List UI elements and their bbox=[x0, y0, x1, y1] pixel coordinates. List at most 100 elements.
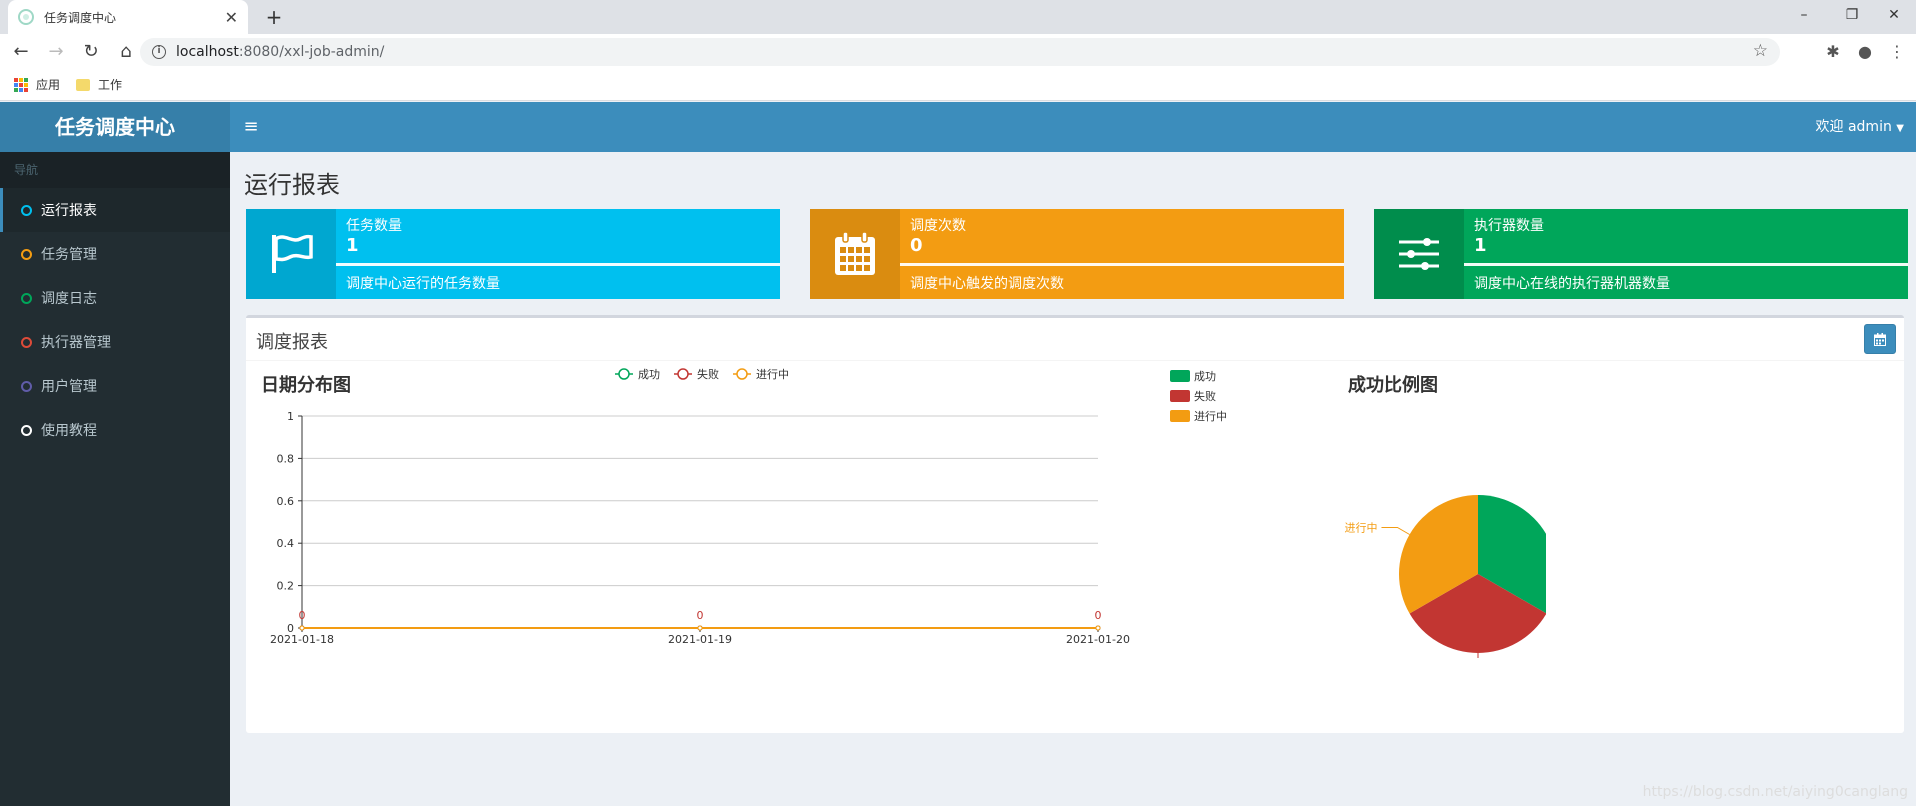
browser-tab[interactable]: 任务调度中心 ✕ bbox=[8, 0, 248, 34]
data-point bbox=[697, 625, 703, 631]
apps-grid-icon bbox=[14, 77, 28, 92]
legend-label: 进行中 bbox=[756, 368, 789, 381]
extensions-icon[interactable]: ✱ bbox=[1818, 34, 1848, 69]
browser-tab-bar: 任务调度中心 ✕ + – ❐ ✕ bbox=[0, 0, 1916, 34]
sidebar-item-label: 用户管理 bbox=[41, 379, 97, 395]
main-content: 运行报表 任务数量 1 调度中心运行的任务数量 调度次数 0 调度中心触发的调度… bbox=[230, 152, 1916, 806]
sidebar: 导航 运行报表 任务管理 调度日志 执行器管理 用户管理 使用教程 bbox=[0, 152, 230, 806]
watermark: https://blog.csdn.net/aiying0canglang bbox=[1642, 784, 1908, 800]
bookmark-star-icon[interactable]: ☆ bbox=[1753, 41, 1768, 61]
flag-icon bbox=[246, 209, 336, 299]
sliders-icon bbox=[1374, 209, 1464, 299]
url-host: localhost bbox=[176, 44, 239, 60]
sidebar-item-report[interactable]: 运行报表 bbox=[0, 188, 230, 232]
bookmark-work[interactable]: 工作 bbox=[76, 76, 122, 93]
circle-icon bbox=[21, 380, 32, 392]
reload-icon[interactable]: ↻ bbox=[77, 38, 105, 66]
line-chart: 0 0.2 0.4 0.6 0.8 1 2021-01-18 2021-01-19 2021-0… bbox=[270, 367, 1130, 646]
sidebar-item-label: 任务管理 bbox=[41, 247, 97, 263]
legend-label: 成功 bbox=[1194, 370, 1216, 383]
sidebar-item-label: 调度日志 bbox=[41, 291, 97, 307]
app-logo[interactable]: 任务调度中心 bbox=[0, 102, 230, 152]
tab-favicon-icon bbox=[18, 9, 34, 25]
legend-label: 失败 bbox=[697, 367, 719, 381]
legend-swatch bbox=[1170, 410, 1190, 422]
info-box-progress bbox=[900, 263, 1344, 266]
data-point bbox=[1095, 625, 1101, 631]
sidebar-item-logs[interactable]: 调度日志 bbox=[0, 276, 230, 320]
sidebar-item-label: 使用教程 bbox=[41, 423, 97, 439]
y-tick-label: 0.6 bbox=[277, 495, 295, 508]
info-box-label: 执行器数量 bbox=[1474, 218, 1544, 234]
address-toolbar: ← → ↻ ⌂ i localhost:8080/xxl-job-admin/ … bbox=[0, 34, 1916, 69]
data-label: 0 bbox=[299, 609, 306, 622]
home-icon[interactable]: ⌂ bbox=[112, 38, 140, 66]
x-tick-label: 2021-01-18 bbox=[270, 633, 334, 646]
legend-label: 进行中 bbox=[1194, 410, 1227, 423]
sidebar-item-jobs[interactable]: 任务管理 bbox=[0, 232, 230, 276]
date-filter-button[interactable] bbox=[1864, 324, 1896, 354]
x-tick-label: 2021-01-19 bbox=[668, 633, 732, 646]
info-box-progress bbox=[1464, 263, 1908, 266]
folder-icon bbox=[76, 78, 91, 91]
profile-icon[interactable]: ● bbox=[1850, 34, 1880, 69]
sidebar-toggle-icon[interactable]: ≡ bbox=[240, 102, 262, 152]
report-card-title: 调度报表 bbox=[256, 332, 328, 353]
back-icon[interactable]: ← bbox=[7, 38, 35, 66]
circle-icon bbox=[21, 204, 32, 216]
info-box-executors: 执行器数量 1 调度中心在线的执行器机器数量 bbox=[1374, 209, 1908, 299]
y-tick-label: 0.8 bbox=[277, 452, 295, 465]
restore-icon[interactable]: ❐ bbox=[1830, 2, 1874, 28]
window-close-icon[interactable]: ✕ bbox=[1872, 2, 1916, 28]
page-title: 运行报表 bbox=[244, 171, 340, 199]
info-box-number: 0 bbox=[910, 235, 923, 256]
info-box-description: 调度中心在线的执行器机器数量 bbox=[1474, 276, 1670, 292]
url-bar[interactable]: i localhost:8080/xxl-job-admin/ ☆ bbox=[140, 38, 1780, 66]
forward-icon[interactable]: → bbox=[42, 38, 70, 66]
info-box-number: 1 bbox=[1474, 235, 1487, 256]
pie-label-line bbox=[1381, 527, 1410, 535]
info-box-triggers: 调度次数 0 调度中心触发的调度次数 bbox=[810, 209, 1344, 299]
data-label: 0 bbox=[1095, 609, 1102, 622]
user-menu-label: 欢迎 admin bbox=[1815, 119, 1892, 135]
new-tab-icon[interactable]: + bbox=[262, 5, 286, 29]
y-tick-label: 0.4 bbox=[277, 537, 295, 550]
sidebar-item-label: 运行报表 bbox=[41, 203, 97, 219]
legend-marker bbox=[618, 368, 630, 380]
calendar-icon bbox=[810, 209, 900, 299]
sidebar-item-executors[interactable]: 执行器管理 bbox=[0, 320, 230, 364]
circle-icon bbox=[21, 424, 32, 436]
browser-menu-icon[interactable]: ⋮ bbox=[1882, 34, 1912, 69]
data-label: 0 bbox=[697, 609, 704, 622]
sidebar-item-help[interactable]: 使用教程 bbox=[0, 408, 230, 452]
y-tick-label: 0.2 bbox=[277, 580, 295, 593]
user-menu[interactable]: 欢迎 admin ▼ bbox=[1816, 102, 1904, 152]
calendar-small-icon bbox=[1874, 332, 1886, 346]
legend-marker bbox=[736, 368, 748, 380]
y-tick-label: 1 bbox=[287, 410, 294, 423]
bookmark-apps-label: 应用 bbox=[36, 78, 61, 92]
info-box-description: 调度中心触发的调度次数 bbox=[910, 276, 1064, 292]
legend-swatch bbox=[1170, 390, 1190, 402]
legend-label: 成功 bbox=[638, 368, 660, 381]
circle-icon bbox=[21, 248, 32, 260]
info-box-label: 调度次数 bbox=[910, 218, 966, 234]
info-box-description: 调度中心运行的任务数量 bbox=[346, 276, 500, 292]
report-card: 调度报表 日期分布图 成功比例图 0 0.2 0.4 0.6 0.8 1 2021-01-1… bbox=[246, 315, 1904, 733]
data-point bbox=[299, 625, 305, 631]
tab-close-icon[interactable]: ✕ bbox=[225, 8, 238, 27]
site-info-icon[interactable]: i bbox=[152, 45, 166, 59]
info-box-number: 1 bbox=[346, 235, 359, 256]
caret-down-icon: ▼ bbox=[1896, 123, 1904, 134]
pie-label: 进行中 bbox=[1344, 522, 1377, 535]
bookmark-work-label: 工作 bbox=[98, 78, 123, 92]
pie-label-line bbox=[1477, 653, 1479, 658]
legend-label: 失败 bbox=[1194, 389, 1216, 403]
sidebar-item-users[interactable]: 用户管理 bbox=[0, 364, 230, 408]
info-box-jobs: 任务数量 1 调度中心运行的任务数量 bbox=[246, 209, 780, 299]
pie-chart: 成功失败进行中成功失败进行中 bbox=[1170, 370, 1546, 658]
circle-icon bbox=[21, 292, 32, 304]
minimize-icon[interactable]: – bbox=[1782, 2, 1826, 28]
bookmark-apps[interactable]: 应用 bbox=[14, 76, 60, 93]
circle-icon bbox=[21, 336, 32, 348]
